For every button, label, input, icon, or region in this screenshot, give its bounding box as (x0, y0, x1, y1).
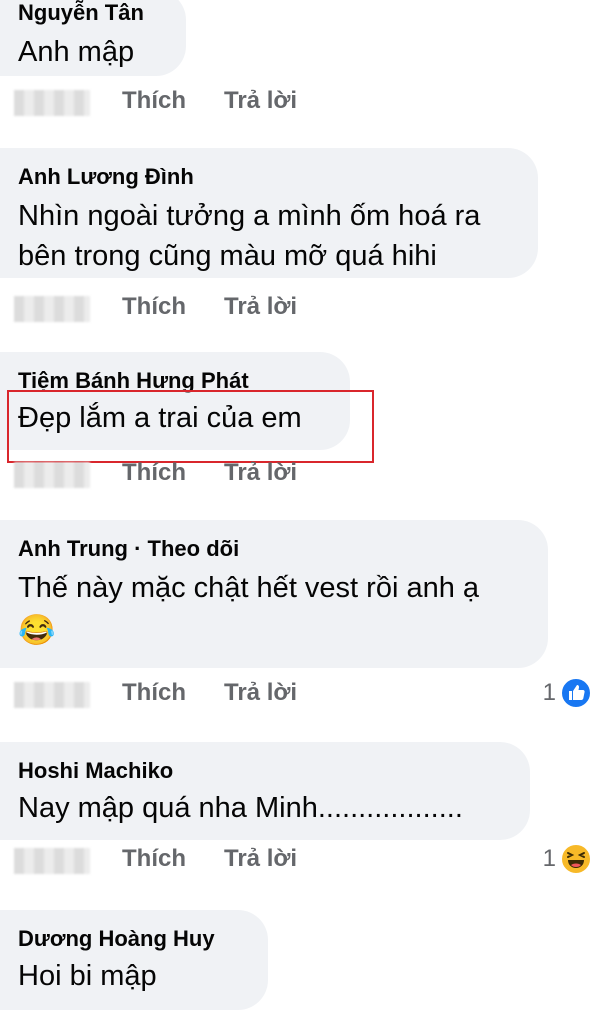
timestamp-blurred (14, 682, 90, 708)
timestamp-blurred (14, 848, 90, 874)
comment-text: Nay mập quá nha Minh.................. (18, 792, 463, 824)
comment-actions: Thích Trả lời 1 (0, 676, 614, 716)
reaction-count: 1 (542, 845, 556, 872)
comment-author[interactable]: Hoshi Machiko (18, 758, 512, 784)
comment-bubble: Dương Hoàng Huy Hoi bi mập (0, 910, 268, 1010)
like-button[interactable]: Thích (122, 459, 186, 487)
comment-text: Hoi bi mập (18, 960, 157, 992)
laughing-emoji-icon: 😂 (18, 614, 56, 647)
comment-author[interactable]: Nguyễn Tân (18, 0, 168, 26)
comment-actions: Thích Trả lời 1 (0, 842, 614, 882)
reply-button[interactable]: Trả lời (224, 459, 297, 487)
reaction-summary[interactable]: 1 (543, 677, 592, 709)
comment-author[interactable]: Anh Lương Đình (18, 164, 520, 190)
comment-bubble: Anh Trung · Theo dõi Thế này mặc chật hế… (0, 520, 548, 668)
comment-bubble: Hoshi Machiko Nay mập quá nha Minh......… (0, 742, 530, 840)
reply-button[interactable]: Trả lời (224, 87, 297, 115)
timestamp-blurred (14, 462, 90, 488)
comment-author[interactable]: Dương Hoàng Huy (18, 926, 250, 952)
like-button[interactable]: Thích (122, 87, 186, 115)
like-button[interactable]: Thích (122, 845, 186, 873)
comment-actions: Thích Trả lời (0, 84, 614, 124)
comment-text: Nhìn ngoài tưởng a mình ốm hoá ra bên tr… (18, 200, 481, 272)
like-button[interactable]: Thích (122, 679, 186, 707)
comment-actions: Thích Trả lời (0, 456, 614, 496)
comment-text: Anh mập (18, 36, 135, 68)
timestamp-blurred (14, 90, 90, 116)
like-icon (560, 677, 592, 709)
like-button[interactable]: Thích (122, 293, 186, 321)
reply-button[interactable]: Trả lời (224, 293, 297, 321)
comment-bubble: Anh Lương Đình Nhìn ngoài tưởng a mình ố… (0, 148, 538, 278)
reply-button[interactable]: Trả lời (224, 845, 297, 873)
reaction-summary[interactable]: 1 (543, 843, 592, 875)
highlight-box (7, 390, 374, 463)
reaction-count: 1 (542, 679, 556, 706)
comment-author[interactable]: Anh Trung · Theo dõi (18, 536, 530, 562)
comment-bubble: Nguyễn Tân Anh mập (0, 0, 186, 76)
reply-button[interactable]: Trả lời (224, 679, 297, 707)
comment-text: Thế này mặc chật hết vest rồi anh ạ (18, 572, 480, 604)
haha-icon (560, 843, 592, 875)
comment-actions: Thích Trả lời (0, 290, 614, 330)
timestamp-blurred (14, 296, 90, 322)
